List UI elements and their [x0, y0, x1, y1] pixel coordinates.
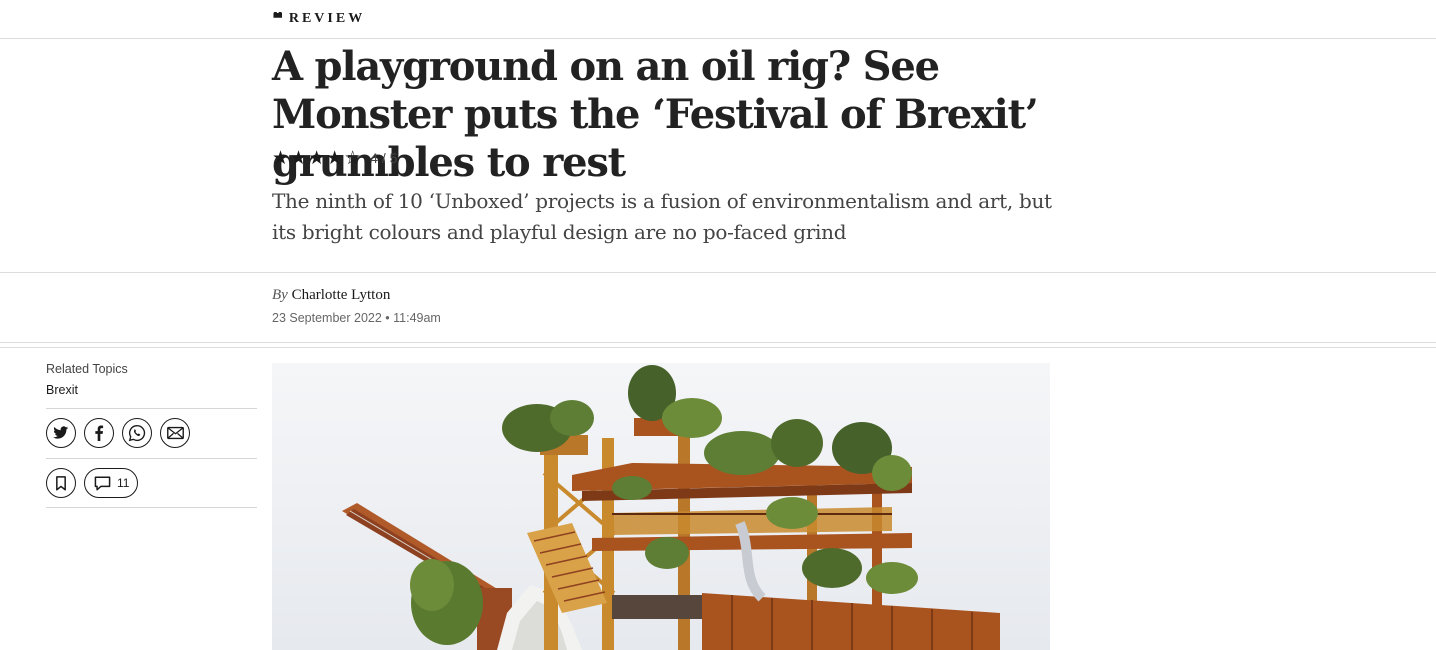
oil-rig-sculpture-image	[272, 363, 1050, 650]
share-buttons	[46, 418, 257, 448]
share-email-button[interactable]	[160, 418, 190, 448]
sidebar-divider	[46, 458, 257, 459]
author-link[interactable]: Charlotte Lytton	[292, 287, 391, 303]
article-actions: 11	[46, 468, 257, 498]
star-rating: ★★★★☆ 4 / 5	[272, 147, 397, 169]
bookmark-icon	[56, 475, 66, 490]
rating-score: 4 / 5	[370, 150, 398, 166]
whatsapp-icon	[128, 424, 146, 442]
email-icon	[166, 426, 184, 440]
byline-divider-top	[0, 342, 1436, 343]
rating-stars: ★★★★☆	[272, 147, 363, 169]
bookmark-button[interactable]	[46, 468, 76, 498]
byline-divider-bottom	[0, 347, 1436, 348]
section-kicker: ❝ REVIEW	[272, 11, 365, 27]
article-sidebar: Related Topics Brexit 11	[46, 362, 257, 508]
comments-button[interactable]: 11	[84, 468, 139, 498]
share-facebook-button[interactable]	[84, 418, 114, 448]
share-twitter-button[interactable]	[46, 418, 76, 448]
facebook-icon	[95, 425, 104, 441]
header-divider	[0, 38, 1436, 39]
sidebar-divider	[46, 507, 257, 508]
standfirst-divider	[0, 272, 1436, 273]
share-whatsapp-button[interactable]	[122, 418, 152, 448]
quote-icon: ❝	[272, 12, 282, 26]
comment-icon	[94, 476, 111, 490]
byline: By Charlotte Lytton	[272, 287, 390, 304]
standfirst: The ninth of 10 ‘Unboxed’ projects is a …	[272, 189, 1052, 244]
twitter-icon	[53, 426, 69, 439]
related-topics-label: Related Topics	[46, 362, 128, 376]
publish-date: 23 September 2022 • 11:49am	[272, 311, 441, 325]
byline-prefix: By	[272, 287, 288, 303]
comment-count: 11	[117, 476, 130, 490]
kicker-label: REVIEW	[288, 11, 366, 26]
sidebar-divider	[46, 408, 257, 409]
topic-link-brexit[interactable]: Brexit	[46, 383, 257, 397]
hero-image	[272, 363, 1050, 650]
